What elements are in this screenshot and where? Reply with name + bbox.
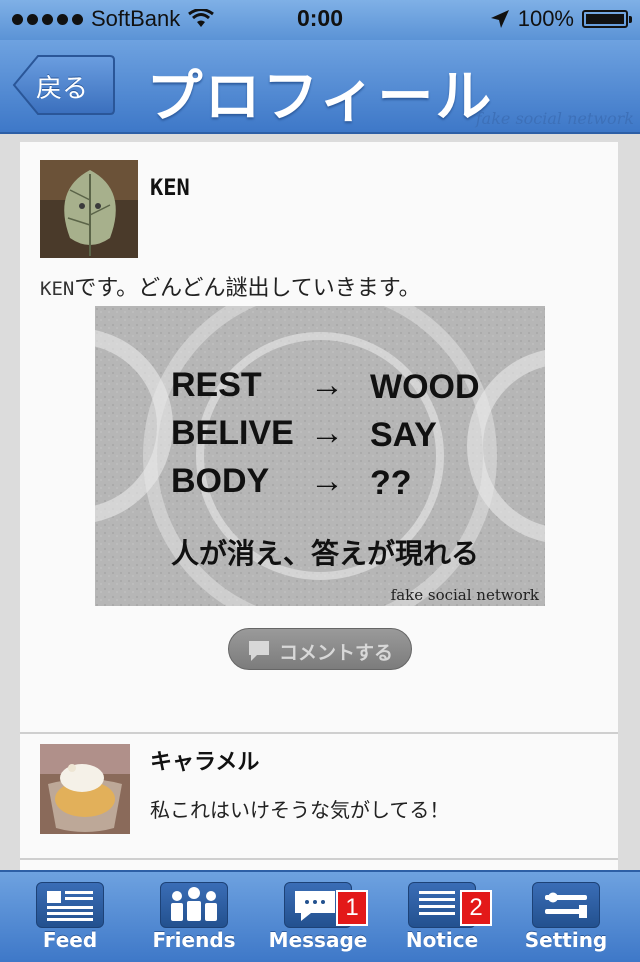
- status-bar: SoftBank 0:00 100%: [0, 0, 640, 40]
- notice-badge: 2: [460, 890, 492, 926]
- battery-icon: [582, 10, 632, 28]
- commenter-avatar[interactable]: [40, 744, 130, 834]
- navigation-bar: 戻る プロフィール fake social network: [0, 40, 640, 134]
- image-watermark: fake social network: [390, 586, 539, 604]
- commenter-name[interactable]: キャラメル: [150, 744, 259, 776]
- comment-button[interactable]: コメントする: [228, 628, 412, 670]
- tab-bar: Feed Friends 1 Message 2 Notice Setting: [0, 870, 640, 962]
- tab-feed-label: Feed: [42, 928, 98, 952]
- riddle-row-1-right: WOOD: [370, 368, 480, 406]
- riddle-row-2-arrow: →: [310, 414, 344, 452]
- location-arrow-icon: [490, 10, 509, 28]
- comment-text: 私これはいけそうな気がしてる！: [150, 798, 450, 822]
- comment-bubble-icon: [249, 641, 269, 661]
- riddle-row-2-left: BELIVE: [171, 414, 294, 452]
- riddle-row-1-left: REST: [171, 366, 262, 404]
- post-text-body: です。どんどん謎出していきます。: [74, 276, 421, 301]
- message-badge: 1: [336, 890, 368, 926]
- tab-friends-label: Friends: [152, 928, 236, 952]
- post-card: KEN KENです。どんどん謎出していきます。 REST → WOOD BELI…: [20, 142, 618, 734]
- post-text-name: KEN: [40, 278, 75, 300]
- tab-message[interactable]: 1 Message: [254, 872, 382, 962]
- post-text: KENです。どんどん謎出していきます。: [40, 270, 421, 302]
- tab-notice-label: Notice: [405, 928, 479, 952]
- tab-feed[interactable]: Feed: [6, 872, 134, 962]
- feed-icon: [36, 882, 104, 928]
- status-right: 100%: [490, 6, 632, 32]
- post-image[interactable]: REST → WOOD BELIVE → SAY BODY → ?? 人が消え、…: [95, 306, 545, 606]
- comment-button-label: コメントする: [279, 642, 394, 664]
- leaf-avatar-image: [40, 160, 138, 258]
- riddle-row-3-arrow: →: [310, 462, 344, 500]
- avatar[interactable]: [40, 160, 138, 258]
- tab-friends[interactable]: Friends: [130, 872, 258, 962]
- tab-notice[interactable]: 2 Notice: [378, 872, 506, 962]
- comment-card: キャラメル 私これはいけそうな気がしてる！: [20, 734, 618, 860]
- app-watermark: fake social network: [475, 109, 634, 128]
- battery-percent: 100%: [517, 6, 574, 31]
- post-author-name[interactable]: KEN: [150, 176, 190, 201]
- riddle-row-3-right: ??: [370, 464, 412, 502]
- tab-setting-label: Setting: [524, 928, 608, 952]
- riddle-caption: 人が消え、答えが現れる: [171, 537, 480, 570]
- tab-setting[interactable]: Setting: [502, 872, 630, 962]
- dessert-avatar-image: [40, 744, 130, 834]
- setting-icon: [532, 882, 600, 928]
- tab-message-label: Message: [268, 928, 368, 952]
- riddle-row-3-left: BODY: [171, 462, 270, 500]
- friends-icon: [160, 882, 228, 928]
- riddle-row-1-arrow: →: [310, 366, 344, 404]
- riddle-row-2-right: SAY: [370, 416, 437, 454]
